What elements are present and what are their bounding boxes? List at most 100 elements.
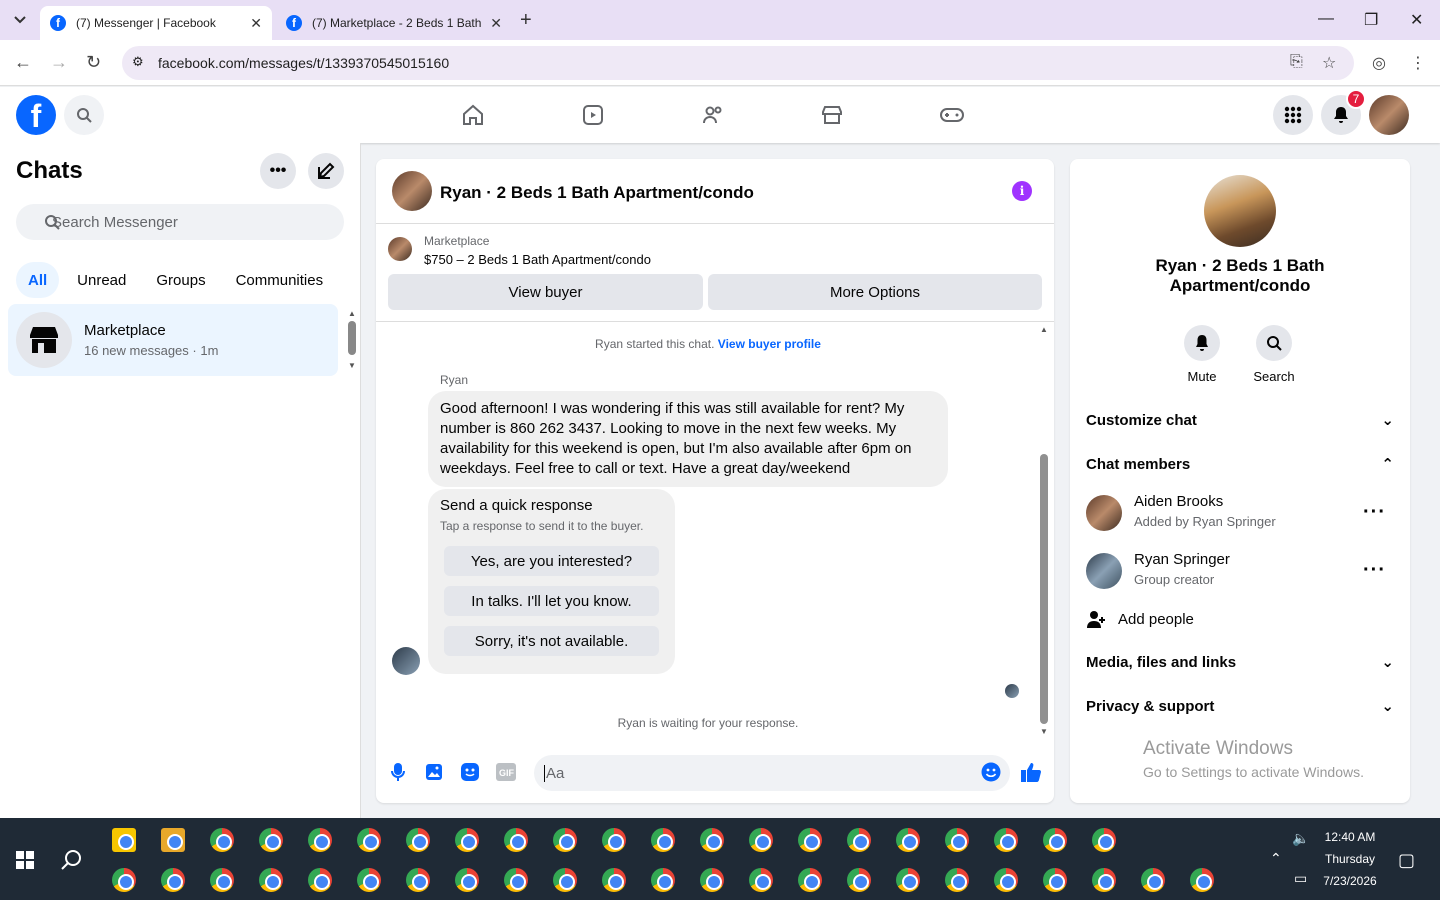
chrome-app-icon[interactable] bbox=[945, 868, 969, 892]
member-row[interactable]: Ryan Springer Group creator ··· bbox=[1086, 549, 1394, 593]
conversation-title[interactable]: Ryan · 2 Beds 1 Bath Apartment/condo bbox=[440, 183, 754, 203]
chrome-app-icon[interactable] bbox=[1092, 828, 1116, 852]
file-explorer-icon[interactable] bbox=[161, 828, 185, 852]
menu-grid-icon[interactable] bbox=[1273, 95, 1313, 135]
member-row[interactable]: Aiden Brooks Added by Ryan Springer ··· bbox=[1086, 491, 1394, 535]
member-options-icon[interactable]: ··· bbox=[1363, 559, 1386, 582]
chrome-app-icon[interactable] bbox=[651, 868, 675, 892]
tab-messenger[interactable]: f (7) Messenger | Facebook ✕ bbox=[40, 6, 272, 40]
chrome-app-icon[interactable] bbox=[455, 828, 479, 852]
back-icon[interactable]: ← bbox=[14, 52, 32, 73]
view-buyer-profile-link[interactable]: View buyer profile bbox=[718, 337, 821, 351]
microphone-icon[interactable] bbox=[387, 761, 409, 783]
new-tab-icon[interactable]: + bbox=[520, 9, 532, 32]
sticky-notes-icon[interactable] bbox=[112, 828, 136, 852]
chrome-app-icon[interactable] bbox=[896, 868, 920, 892]
privacy-support-section[interactable]: Privacy & support ⌄ bbox=[1086, 697, 1394, 716]
chrome-app-icon[interactable] bbox=[1141, 868, 1165, 892]
member-options-icon[interactable]: ··· bbox=[1363, 501, 1386, 524]
scroll-down-arrow[interactable]: ▼ bbox=[1040, 727, 1048, 736]
tab-search-chevron-icon[interactable] bbox=[8, 8, 32, 32]
install-app-icon[interactable]: ⎘ bbox=[1290, 53, 1303, 71]
chrome-app-icon[interactable] bbox=[602, 868, 626, 892]
chrome-app-icon[interactable] bbox=[112, 868, 136, 892]
chrome-app-icon[interactable] bbox=[896, 828, 920, 852]
chrome-app-icon[interactable] bbox=[259, 828, 283, 852]
chrome-app-icon[interactable] bbox=[847, 828, 871, 852]
quick-response-not-available[interactable]: Sorry, it's not available. bbox=[444, 626, 659, 656]
chrome-app-icon[interactable] bbox=[406, 828, 430, 852]
scroll-up-arrow[interactable]: ▲ bbox=[348, 309, 356, 318]
menu-dots-icon[interactable]: ⋮ bbox=[1410, 53, 1426, 73]
messages-scrollbar[interactable] bbox=[1040, 454, 1048, 724]
tab-marketplace[interactable]: f (7) Marketplace - 2 Beds 1 Bath ✕ bbox=[276, 6, 512, 40]
chrome-app-icon[interactable] bbox=[749, 828, 773, 852]
mute-action[interactable]: Mute bbox=[1172, 325, 1232, 384]
chrome-app-icon[interactable] bbox=[700, 868, 724, 892]
home-icon[interactable] bbox=[459, 101, 487, 129]
site-settings-icon[interactable]: ⚙ bbox=[132, 54, 144, 70]
chat-options-button[interactable]: ••• bbox=[260, 153, 296, 189]
profile-icon[interactable]: ◎ bbox=[1372, 53, 1386, 73]
chrome-app-icon[interactable] bbox=[602, 828, 626, 852]
search-messenger-input[interactable]: Search Messenger bbox=[16, 204, 344, 240]
chrome-app-icon[interactable] bbox=[455, 868, 479, 892]
chrome-app-icon[interactable] bbox=[651, 828, 675, 852]
photo-icon[interactable] bbox=[423, 761, 445, 783]
media-files-section[interactable]: Media, files and links ⌄ bbox=[1086, 653, 1394, 672]
close-window-icon[interactable]: ✕ bbox=[1410, 10, 1423, 30]
bookmark-star-icon[interactable]: ☆ bbox=[1322, 53, 1336, 73]
info-icon[interactable]: i bbox=[1012, 181, 1032, 201]
filter-all[interactable]: All bbox=[16, 262, 60, 298]
chat-list-item[interactable]: Marketplace 16 new messages · 1m bbox=[8, 304, 338, 376]
chrome-app-icon[interactable] bbox=[161, 868, 185, 892]
sidebar-scrollbar[interactable] bbox=[348, 321, 356, 355]
chrome-app-icon[interactable] bbox=[308, 868, 332, 892]
chrome-app-icon[interactable] bbox=[994, 868, 1018, 892]
url-bar[interactable]: ⚙ facebook.com/messages/t/13393705450151… bbox=[122, 46, 1354, 80]
show-hidden-icons[interactable]: ⌃ bbox=[1270, 850, 1282, 867]
gaming-icon[interactable] bbox=[938, 101, 966, 129]
new-message-button[interactable] bbox=[308, 153, 344, 189]
chat-members-section[interactable]: Chat members ⌃ bbox=[1086, 455, 1394, 474]
chrome-app-icon[interactable] bbox=[1190, 868, 1214, 892]
chrome-app-icon[interactable] bbox=[553, 868, 577, 892]
scroll-up-arrow[interactable]: ▲ bbox=[1040, 325, 1048, 334]
volume-icon[interactable]: 🔈 bbox=[1292, 830, 1309, 847]
chrome-app-icon[interactable] bbox=[798, 828, 822, 852]
emoji-icon[interactable] bbox=[980, 761, 1002, 783]
chrome-app-icon[interactable] bbox=[210, 868, 234, 892]
scroll-down-arrow[interactable]: ▼ bbox=[348, 361, 356, 370]
add-people-button[interactable]: Add people bbox=[1086, 609, 1194, 629]
listing-price-title[interactable]: $750 – 2 Beds 1 Bath Apartment/condo bbox=[424, 252, 651, 267]
facebook-logo-icon[interactable]: f bbox=[16, 95, 56, 135]
chrome-app-icon[interactable] bbox=[847, 868, 871, 892]
chrome-app-icon[interactable] bbox=[553, 828, 577, 852]
chrome-app-icon[interactable] bbox=[357, 828, 381, 852]
chrome-app-icon[interactable] bbox=[700, 828, 724, 852]
video-icon[interactable] bbox=[579, 101, 607, 129]
chrome-app-icon[interactable] bbox=[504, 868, 528, 892]
chrome-app-icon[interactable] bbox=[308, 828, 332, 852]
listing-avatar[interactable] bbox=[392, 171, 432, 211]
chrome-app-icon[interactable] bbox=[994, 828, 1018, 852]
chrome-app-icon[interactable] bbox=[1043, 828, 1067, 852]
customize-chat-section[interactable]: Customize chat ⌄ bbox=[1086, 411, 1394, 430]
close-tab-icon[interactable]: ✕ bbox=[490, 15, 502, 32]
chrome-app-icon[interactable] bbox=[504, 828, 528, 852]
forward-icon[interactable]: → bbox=[50, 52, 68, 73]
chrome-app-icon[interactable] bbox=[798, 868, 822, 892]
reload-icon[interactable]: ↻ bbox=[86, 52, 101, 73]
chrome-app-icon[interactable] bbox=[210, 828, 234, 852]
like-thumbs-up-icon[interactable] bbox=[1020, 761, 1042, 783]
chrome-app-icon[interactable] bbox=[1043, 868, 1067, 892]
filter-groups[interactable]: Groups bbox=[144, 262, 217, 298]
taskbar-search-icon[interactable] bbox=[60, 848, 84, 877]
windows-start-icon[interactable] bbox=[16, 851, 34, 874]
chrome-app-icon[interactable] bbox=[406, 868, 430, 892]
close-tab-icon[interactable]: ✕ bbox=[250, 15, 262, 32]
minimize-icon[interactable]: — bbox=[1318, 10, 1334, 28]
facebook-search-icon[interactable] bbox=[64, 95, 104, 135]
notification-center-icon[interactable]: ▢ bbox=[1398, 850, 1415, 871]
friends-icon[interactable] bbox=[699, 101, 727, 129]
